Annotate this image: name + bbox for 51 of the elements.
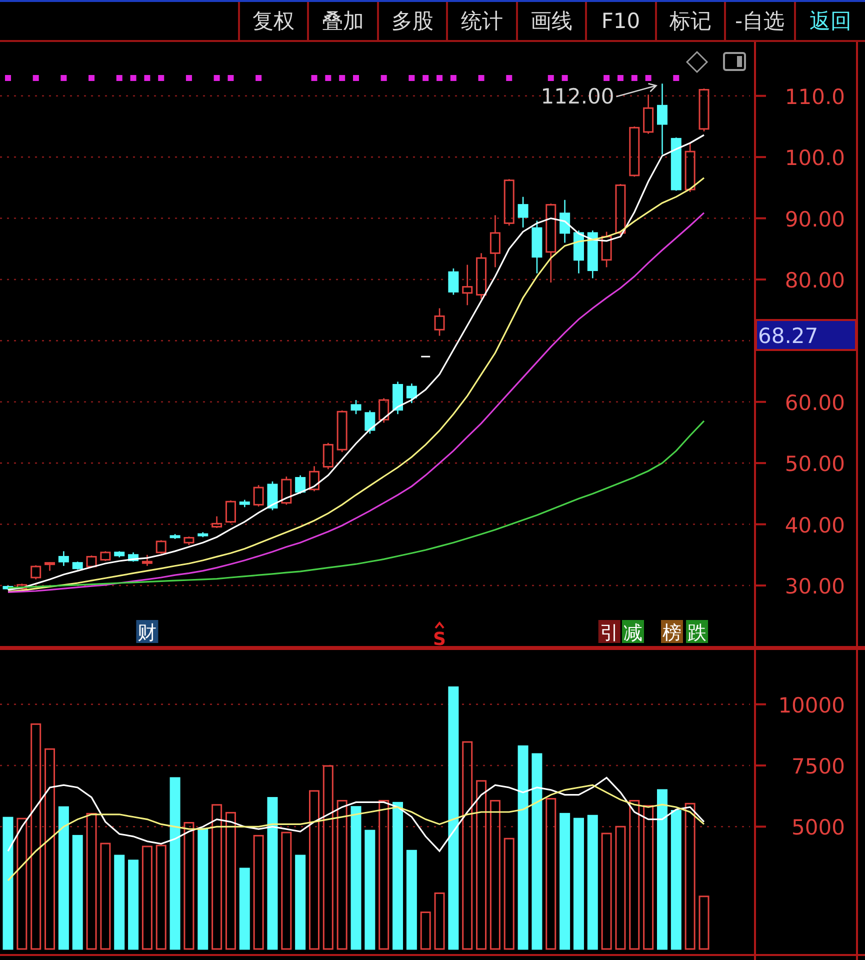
candlestick	[225, 500, 236, 524]
current-price-label: 68.27	[755, 319, 857, 351]
axis-label: 60.00	[784, 390, 845, 415]
candlestick	[2, 586, 14, 590]
candlestick	[142, 554, 152, 566]
candlestick	[128, 552, 139, 562]
event-tag[interactable]: 跌	[686, 620, 708, 644]
candlestick	[253, 485, 264, 507]
candlestick	[476, 253, 487, 300]
axis-label: 50.00	[784, 452, 845, 476]
candlestick	[378, 398, 390, 423]
event-tag[interactable]: 财	[136, 620, 158, 644]
candlestick	[448, 268, 459, 295]
event-tag[interactable]: 榜	[660, 620, 683, 644]
candlestick	[601, 232, 612, 268]
candlestick	[156, 540, 166, 554]
candlestick	[643, 94, 654, 134]
candlestick	[629, 126, 640, 177]
candlestick	[309, 466, 320, 492]
candlestick	[212, 516, 222, 528]
candlestick	[560, 200, 570, 243]
annotation-arrow	[616, 82, 658, 98]
event-mark[interactable]: S	[433, 621, 446, 648]
axis-label: 110.0	[784, 84, 845, 109]
candlestick	[30, 565, 42, 580]
candlestick	[406, 384, 417, 404]
event-tag[interactable]: 引	[598, 620, 620, 644]
candlestick	[350, 400, 362, 414]
axis-label: 80.00	[784, 268, 845, 292]
candlestick	[184, 536, 194, 546]
candlestick	[434, 308, 445, 336]
price-annotation: 112.00	[540, 84, 614, 109]
candlestick	[504, 179, 514, 226]
candlestick	[336, 410, 348, 452]
candlestick	[670, 137, 682, 191]
panel-toggle-icon[interactable]	[723, 52, 746, 71]
axis-label: 10000	[778, 693, 845, 718]
axis-label: 5000	[792, 816, 845, 840]
candlestick	[58, 551, 69, 566]
candlestick	[615, 184, 626, 236]
diamond-icon[interactable]	[686, 50, 708, 74]
axis-label: 40.00	[784, 513, 845, 538]
axis-label: 90.00	[784, 207, 845, 232]
axis-label: 100.0	[784, 146, 845, 170]
axis-label: 30.00	[784, 574, 845, 598]
candlestick	[421, 356, 430, 358]
axis-label: 7500	[792, 754, 845, 778]
candlestick	[114, 551, 125, 558]
candlestick	[86, 556, 97, 568]
candlestick	[322, 442, 334, 470]
event-tag[interactable]: 减	[622, 620, 644, 644]
